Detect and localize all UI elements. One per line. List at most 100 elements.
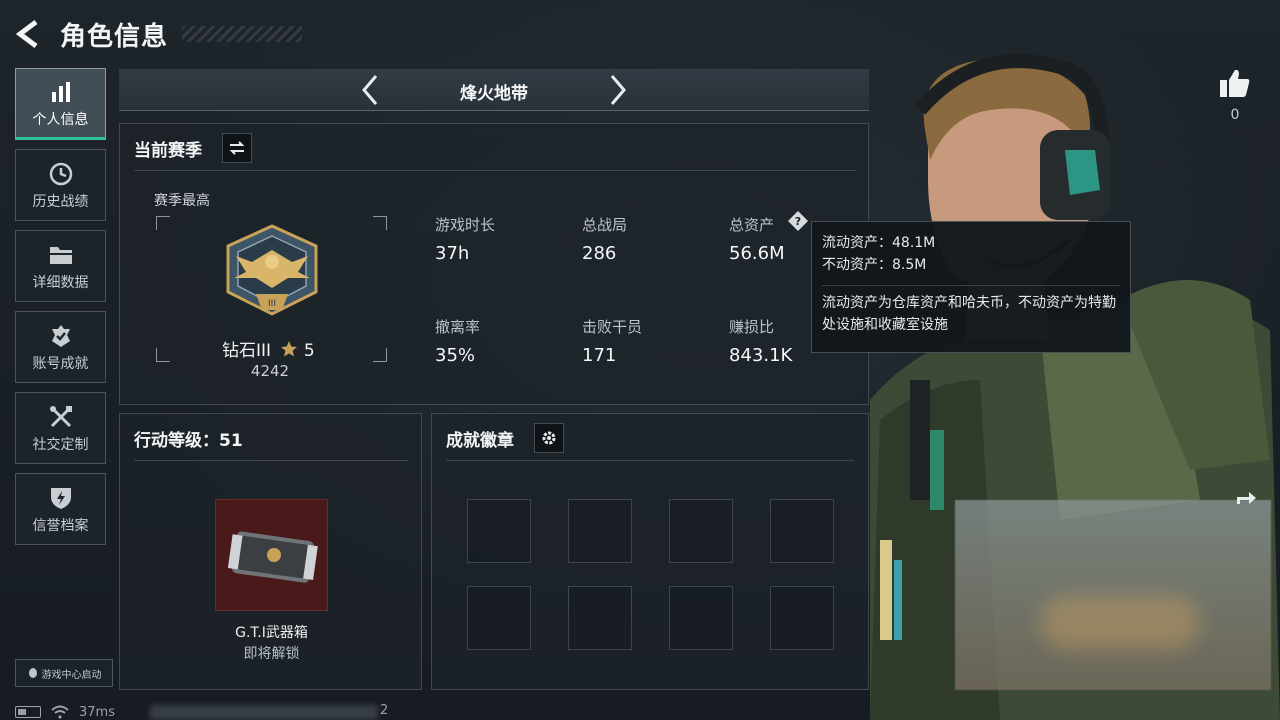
like-button[interactable] bbox=[1218, 66, 1252, 100]
back-arrow-icon bbox=[16, 20, 38, 48]
stat-playtime: 游戏时长 37h bbox=[435, 214, 495, 264]
assets-help-button[interactable]: ? bbox=[787, 210, 809, 232]
stat-value: 843.1K bbox=[729, 345, 793, 366]
stat-total-assets: 总资产 56.6M bbox=[729, 214, 785, 264]
stat-extraction-rate: 撤离率 35% bbox=[435, 316, 480, 366]
rank-name: 钻石III bbox=[222, 341, 272, 361]
assets-tooltip: 流动资产：48.1M 不动资产：8.5M 流动资产为仓库资产和哈夫币，不动资产为… bbox=[811, 221, 1131, 353]
nav-item-social[interactable]: 社交定制 bbox=[15, 392, 106, 464]
sidebar-nav: 个人信息 历史战绩 详细数据 账号成就 社交定制 信誉档案 bbox=[15, 68, 106, 554]
rank-name-row: 钻石III 5 bbox=[222, 336, 315, 361]
page-title: 角色信息 bbox=[60, 21, 169, 52]
reward-name: G.T.I武器箱 bbox=[235, 625, 308, 641]
weapon-case-icon bbox=[227, 531, 318, 583]
header: 角色信息 bbox=[14, 14, 304, 54]
tools-icon bbox=[48, 402, 74, 432]
stat-value: 37h bbox=[435, 243, 470, 264]
stat-value: 35% bbox=[435, 345, 476, 366]
mode-next-button[interactable] bbox=[607, 73, 629, 107]
nav-item-credit[interactable]: 信誉档案 bbox=[15, 473, 106, 545]
penguin-icon bbox=[28, 668, 37, 678]
nav-item-history[interactable]: 历史战绩 bbox=[15, 149, 106, 221]
switch-season-button[interactable] bbox=[222, 133, 252, 163]
stat-total-matches: 总战局 286 bbox=[582, 214, 627, 264]
game-center-launch-button[interactable]: 游戏中心启动 bbox=[15, 659, 113, 687]
svg-text:III: III bbox=[268, 299, 276, 309]
chevron-right-icon bbox=[610, 75, 626, 105]
wifi-icon bbox=[51, 705, 69, 719]
reward-status: 即将解锁 bbox=[243, 646, 300, 662]
nav-item-label: 历史战绩 bbox=[32, 194, 89, 210]
divider bbox=[134, 170, 856, 171]
reward-item[interactable] bbox=[215, 499, 328, 611]
badge-slot[interactable] bbox=[568, 586, 632, 650]
stat-value: 171 bbox=[582, 345, 617, 366]
ping-value: 37ms bbox=[79, 704, 115, 720]
nav-item-label: 账号成就 bbox=[32, 356, 89, 372]
stat-value: 286 bbox=[582, 243, 617, 264]
stat-value: 56.6M bbox=[729, 243, 785, 264]
stat-label: 总战局 bbox=[582, 216, 628, 234]
battery-icon bbox=[15, 706, 41, 718]
shield-icon bbox=[49, 483, 73, 513]
question-icon: ? bbox=[788, 211, 808, 231]
gear-icon bbox=[542, 431, 556, 445]
svg-text:?: ? bbox=[795, 215, 801, 228]
divider bbox=[822, 285, 1120, 286]
badge-slot[interactable] bbox=[770, 499, 834, 563]
swap-icon bbox=[229, 141, 245, 155]
status-bar: 37ms bbox=[15, 703, 115, 720]
stat-kills: 击败干员 171 bbox=[582, 316, 642, 366]
blurred-info bbox=[150, 705, 378, 720]
level-panel: 行动等级：51 G.T.I武器箱 即将解锁 bbox=[119, 413, 422, 690]
rank-score: 4242 bbox=[250, 362, 290, 380]
nav-item-profile[interactable]: 个人信息 bbox=[15, 68, 106, 140]
tooltip-liquid-assets: 流动资产：48.1M bbox=[822, 235, 936, 251]
stat-label: 赚损比 bbox=[729, 318, 775, 336]
clock-icon bbox=[48, 159, 74, 189]
stat-profit-ratio: 赚损比 843.1K bbox=[729, 316, 792, 366]
nav-item-label: 个人信息 bbox=[32, 112, 89, 128]
badge-slot[interactable] bbox=[669, 499, 733, 563]
star-icon bbox=[281, 341, 298, 357]
folder-icon bbox=[48, 240, 74, 270]
stat-label: 游戏时长 bbox=[435, 216, 496, 234]
back-button[interactable] bbox=[14, 16, 44, 52]
divider bbox=[446, 460, 854, 461]
nav-item-details[interactable]: 详细数据 bbox=[15, 230, 106, 302]
mode-label: 烽火地带 bbox=[460, 84, 528, 104]
badge-slot[interactable] bbox=[770, 586, 834, 650]
badge-slot[interactable] bbox=[669, 586, 733, 650]
title-decoration bbox=[182, 26, 302, 42]
nav-item-label: 详细数据 bbox=[32, 275, 89, 291]
bar-chart-icon bbox=[49, 77, 73, 107]
badge-settings-button[interactable] bbox=[534, 423, 564, 453]
stat-label: 击败干员 bbox=[582, 318, 643, 336]
status-trailing-text: 2 bbox=[380, 703, 389, 718]
season-title: 当前赛季 bbox=[134, 141, 202, 161]
stat-label: 撤离率 bbox=[435, 318, 481, 336]
tooltip-description: 流动资产为仓库资产和哈夫币，不动资产为特勤处设施和收藏室设施 bbox=[822, 295, 1116, 333]
share-icon[interactable] bbox=[1235, 488, 1257, 506]
blurred-overlay-spot bbox=[1040, 595, 1200, 650]
stat-label: 总资产 bbox=[729, 216, 775, 234]
rank-emblem-icon: III bbox=[226, 224, 318, 316]
badge-title: 成就徽章 bbox=[446, 431, 514, 451]
nav-item-label: 社交定制 bbox=[32, 437, 89, 453]
tooltip-fixed-assets: 不动资产：8.5M bbox=[822, 257, 927, 273]
badge-panel: 成就徽章 bbox=[431, 413, 869, 690]
nav-item-label: 信誉档案 bbox=[32, 518, 89, 534]
thumbs-up-icon bbox=[1220, 69, 1250, 97]
badge-slot[interactable] bbox=[467, 499, 531, 563]
achievement-icon bbox=[48, 321, 74, 351]
nav-item-achievements[interactable]: 账号成就 bbox=[15, 311, 106, 383]
mode-selector: 烽火地带 bbox=[119, 69, 869, 111]
like-count: 0 bbox=[1230, 107, 1240, 123]
badge-slot[interactable] bbox=[568, 499, 632, 563]
season-panel: 当前赛季 赛季最高 III 钻石III 5 4242 游戏时长 37h 总战局 … bbox=[119, 123, 869, 405]
badge-slot[interactable] bbox=[467, 586, 531, 650]
divider bbox=[134, 460, 408, 461]
level-title: 行动等级：51 bbox=[134, 431, 243, 451]
rank-stars: 5 bbox=[303, 341, 315, 361]
season-best-label: 赛季最高 bbox=[154, 193, 210, 209]
